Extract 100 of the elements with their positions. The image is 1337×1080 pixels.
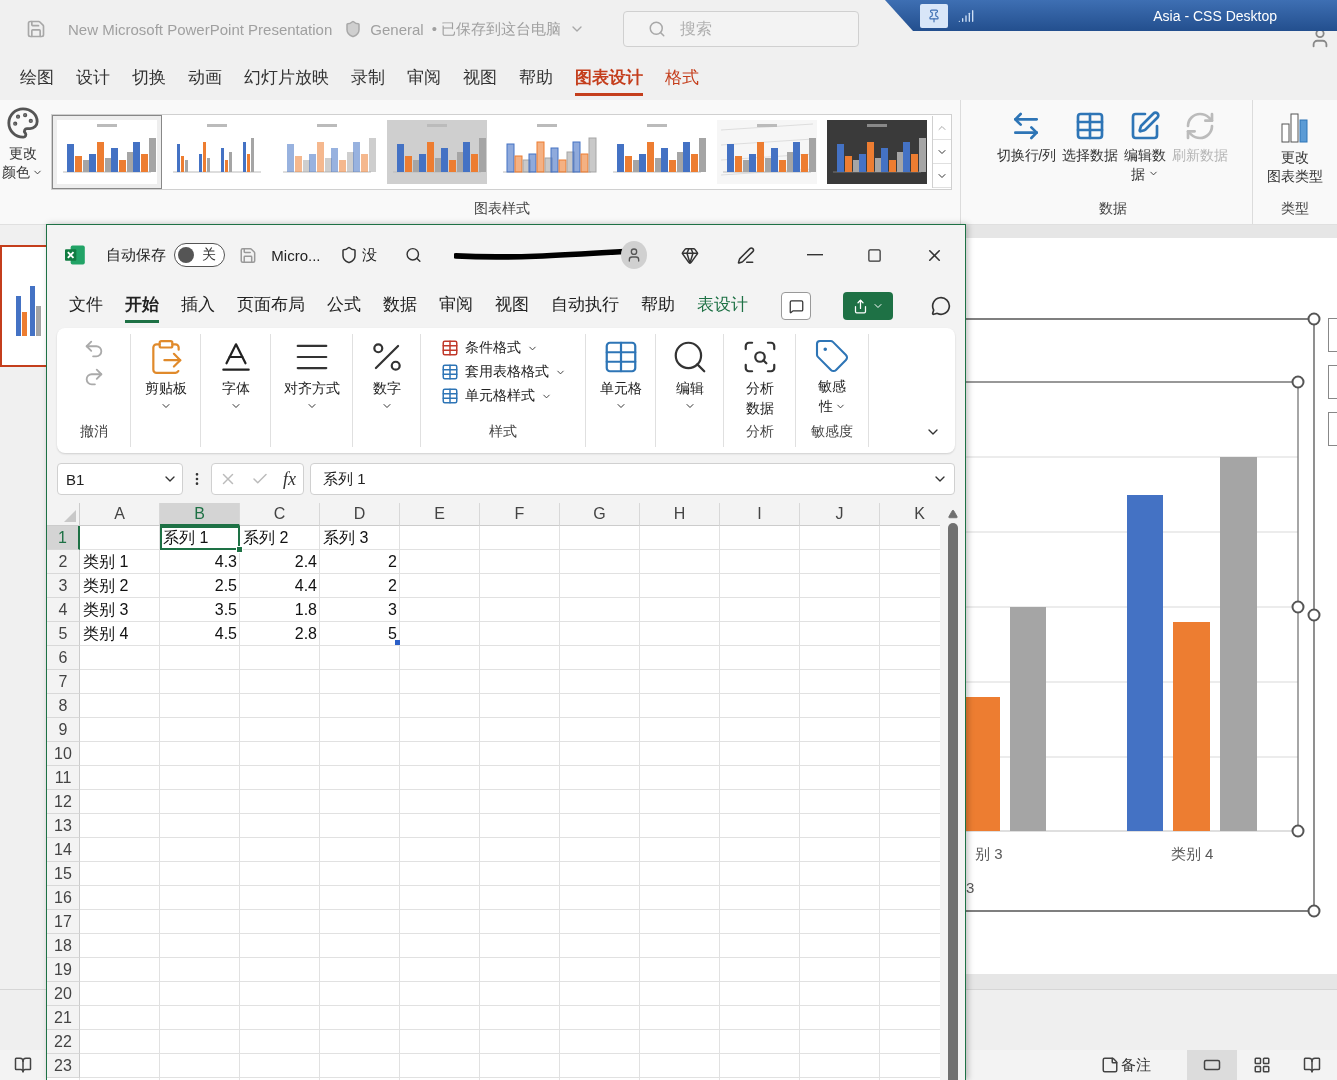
user-avatar[interactable] <box>620 241 648 269</box>
row-header[interactable]: 18 <box>47 934 80 958</box>
comment-button[interactable] <box>781 292 811 320</box>
ribbon-tab[interactable]: 数据 <box>383 289 417 323</box>
feedback-icon[interactable] <box>931 296 951 316</box>
row-header[interactable]: 23 <box>47 1054 80 1078</box>
table-cell[interactable]: 类别 3 <box>80 598 160 622</box>
ribbon-tab[interactable]: 设计 <box>76 62 110 96</box>
table-cell[interactable]: 类别 1 <box>80 550 160 574</box>
row-header[interactable]: 19 <box>47 958 80 982</box>
plot-area-frame[interactable] <box>964 375 1305 838</box>
vertical-scrollbar[interactable] <box>940 503 965 1080</box>
chart-elements-button[interactable] <box>1328 318 1337 352</box>
ribbon-tab[interactable]: 图表设计 <box>575 62 643 96</box>
share-button[interactable] <box>843 292 893 320</box>
ribbon-tab[interactable]: 自动执行 <box>551 289 619 323</box>
file-name[interactable]: Micro... <box>271 246 321 264</box>
search-field[interactable]: 搜索 <box>623 11 860 47</box>
name-box[interactable]: B1 <box>57 463 183 495</box>
table-cell[interactable]: 5 <box>320 622 400 646</box>
column-header[interactable]: F <box>480 503 560 526</box>
column-header[interactable]: A <box>80 503 160 526</box>
row-header[interactable]: 3 <box>47 574 80 598</box>
change-chart-type-button[interactable]: 更改 图表类型 <box>1265 104 1325 192</box>
row-header[interactable]: 12 <box>47 790 80 814</box>
chart-filters-button[interactable] <box>1328 412 1337 446</box>
ribbon-tab[interactable]: 录制 <box>351 62 385 96</box>
ribbon-tab[interactable]: 动画 <box>188 62 222 96</box>
chart-frame[interactable] <box>964 312 1321 918</box>
column-header[interactable]: H <box>640 503 720 526</box>
ribbon-button[interactable]: 单元格样式 <box>436 384 556 408</box>
row-header[interactable]: 14 <box>47 838 80 862</box>
ribbon-button[interactable]: 单元格 <box>597 334 644 447</box>
row-header[interactable]: 16 <box>47 886 80 910</box>
table-cell[interactable]: 类别 4 <box>80 622 160 646</box>
table-cell[interactable]: 4.4 <box>240 574 320 598</box>
ribbon-button[interactable]: 套用表格格式 <box>436 360 570 384</box>
table-cell[interactable]: 2 <box>320 574 400 598</box>
scroll-thumb[interactable] <box>947 523 958 1080</box>
table-cell[interactable]: 3.5 <box>160 598 240 622</box>
row-header[interactable]: 11 <box>47 766 80 790</box>
ribbon-button[interactable]: 对齐方式 <box>281 334 342 447</box>
chart-styles-button[interactable] <box>1328 365 1337 399</box>
ribbon-button[interactable]: 编辑 <box>668 334 711 447</box>
ribbon-tab[interactable]: 页面布局 <box>237 289 305 323</box>
autosave-toggle[interactable]: 关 <box>173 243 226 267</box>
table-cell[interactable]: 4.3 <box>160 550 240 574</box>
ribbon-tab[interactable]: 文件 <box>69 289 103 323</box>
column-header[interactable]: J <box>800 503 880 526</box>
table-cell[interactable]: 类别 2 <box>80 574 160 598</box>
view-button[interactable] <box>1187 1050 1237 1080</box>
ribbon-button[interactable]: 条件格式 <box>436 336 542 360</box>
notes-button[interactable]: 备注 <box>1095 1054 1157 1076</box>
row-header[interactable]: 13 <box>47 814 80 838</box>
ribbon-tab[interactable]: 帮助 <box>519 62 553 96</box>
table-cell[interactable]: 4.5 <box>160 622 240 646</box>
insert-function-button[interactable]: fx <box>283 468 296 490</box>
row-header[interactable]: 7 <box>47 670 80 694</box>
ribbon-tab[interactable]: 公式 <box>327 289 361 323</box>
sensitivity-button[interactable]: 敏感 性 <box>812 334 852 423</box>
save-icon[interactable] <box>239 245 258 265</box>
search-input[interactable]: 搜索 <box>678 19 833 39</box>
ribbon-tab[interactable]: 切换 <box>132 62 166 96</box>
pen-icon[interactable] <box>737 245 755 265</box>
sensitivity-button[interactable]: 没 <box>336 237 381 273</box>
ribbon-tab[interactable]: 视图 <box>495 289 529 323</box>
row-header[interactable]: 20 <box>47 982 80 1006</box>
diamond-icon[interactable] <box>681 245 700 265</box>
row-header[interactable]: 6 <box>47 646 80 670</box>
ribbon-tab[interactable]: 审阅 <box>407 62 441 96</box>
column-header[interactable]: D <box>320 503 400 526</box>
table-cell[interactable]: 2 <box>320 550 400 574</box>
table-cell[interactable]: 系列 3 <box>320 526 400 550</box>
ribbon-button[interactable]: 切换行/列 <box>994 104 1059 171</box>
analyze-data-button[interactable]: 分析 数据 <box>738 334 781 423</box>
ribbon-tab[interactable]: 插入 <box>181 289 215 323</box>
ribbon-button[interactable]: 字体 <box>214 334 257 447</box>
ribbon-tab[interactable]: 格式 <box>665 62 699 96</box>
table-cell[interactable]: 2.8 <box>240 622 320 646</box>
column-header[interactable]: G <box>560 503 640 526</box>
ribbon-tab[interactable]: 开始 <box>125 289 159 323</box>
row-header[interactable]: 22 <box>47 1030 80 1054</box>
row-header[interactable]: 17 <box>47 910 80 934</box>
scroll-up-icon[interactable] <box>947 509 958 519</box>
row-header[interactable]: 4 <box>47 598 80 622</box>
row-header[interactable]: 1 <box>47 526 80 550</box>
row-header[interactable]: 9 <box>47 718 80 742</box>
ribbon-tab[interactable]: 表设计 <box>697 289 748 323</box>
row-header[interactable]: 21 <box>47 1006 80 1030</box>
ribbon-button[interactable]: 编辑数据 <box>1122 104 1169 190</box>
ribbon-tab[interactable]: 视图 <box>463 62 497 96</box>
ribbon-tab[interactable]: 审阅 <box>439 289 473 323</box>
search-icon[interactable] <box>404 246 422 264</box>
column-header[interactable]: I <box>720 503 800 526</box>
row-header[interactable]: 10 <box>47 742 80 766</box>
ribbon-tab[interactable]: 帮助 <box>641 289 675 323</box>
row-header[interactable]: 2 <box>47 550 80 574</box>
table-cell[interactable]: 系列 2 <box>240 526 320 550</box>
table-cell[interactable]: 2.5 <box>160 574 240 598</box>
change-colors-button[interactable]: 更改 颜色 <box>0 100 45 188</box>
